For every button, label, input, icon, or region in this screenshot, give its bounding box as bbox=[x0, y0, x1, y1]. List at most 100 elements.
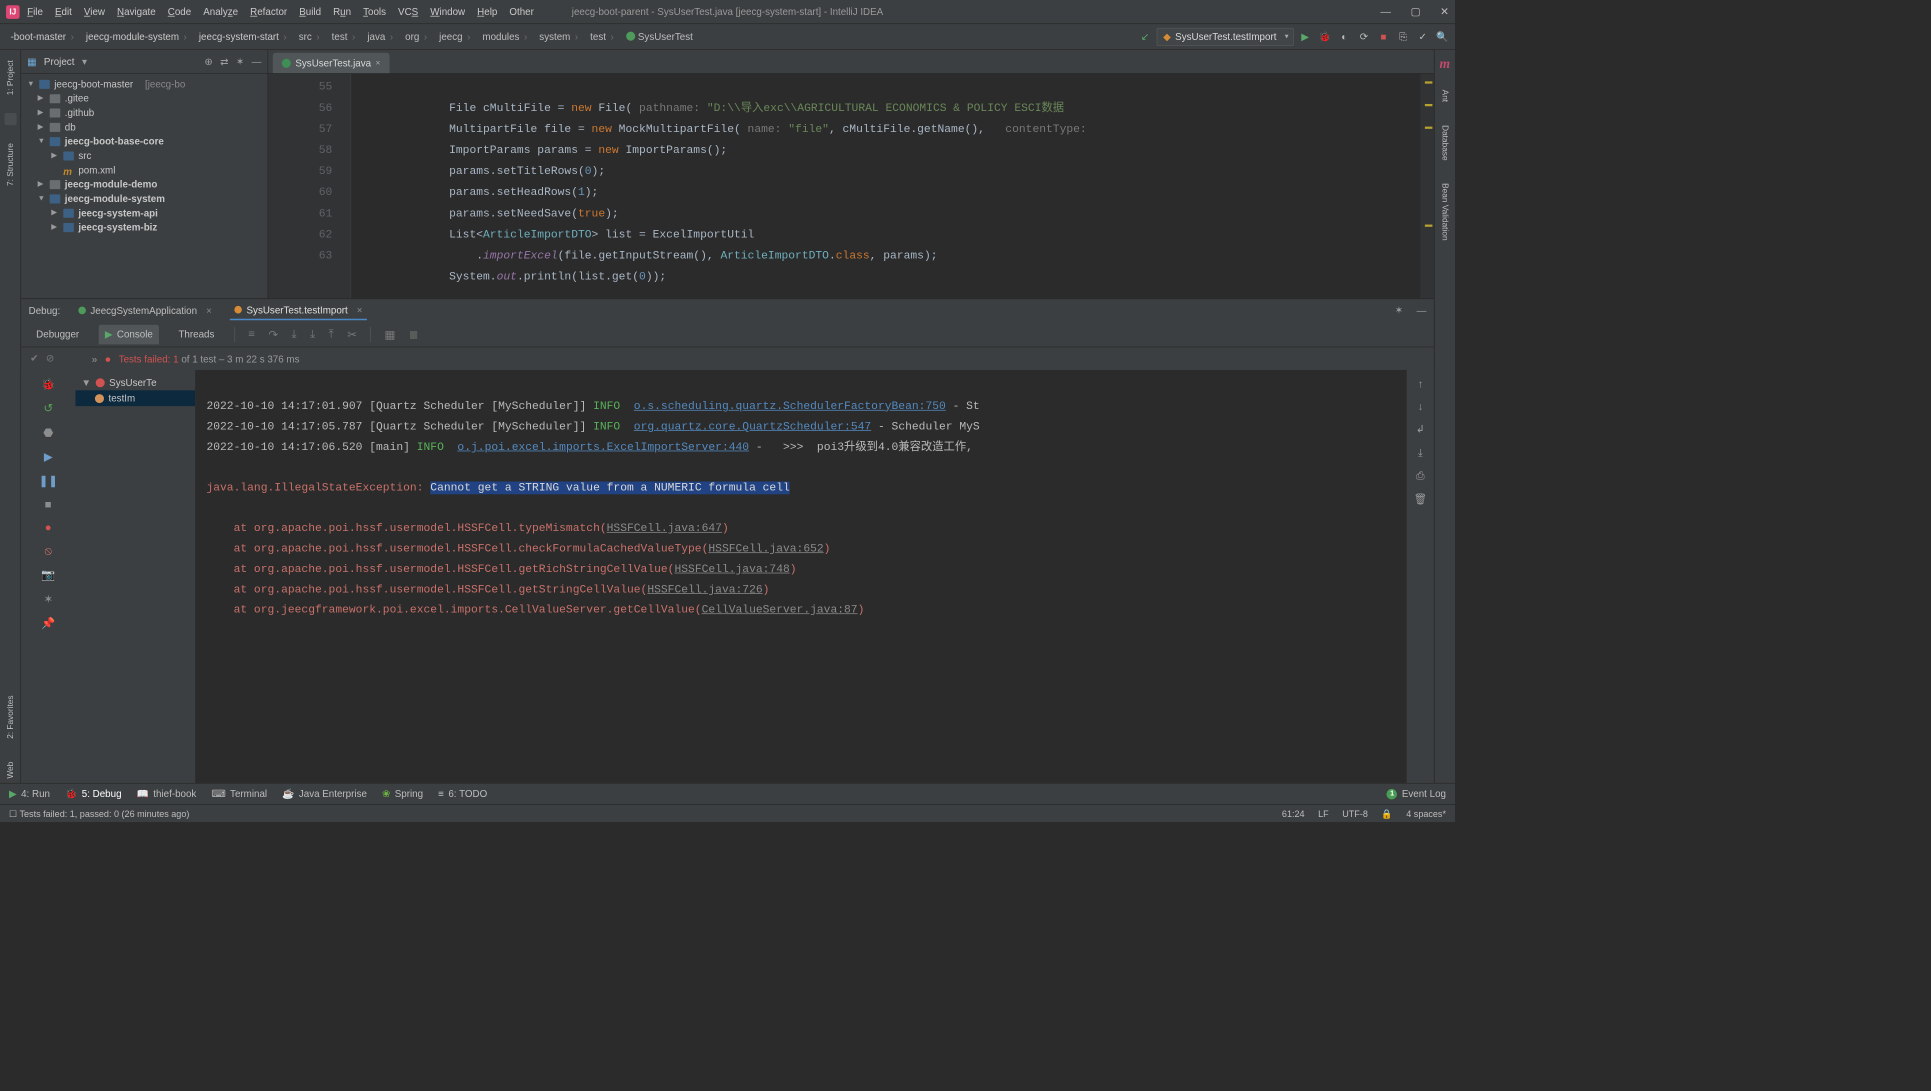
minimize-icon[interactable]: — bbox=[1380, 5, 1391, 18]
menu-view[interactable]: View bbox=[84, 6, 105, 17]
menu-other[interactable]: Other bbox=[509, 6, 534, 17]
scroll-end-icon[interactable]: ⤓ bbox=[1418, 446, 1423, 459]
tree-node[interactable]: mpom.xml bbox=[24, 163, 264, 177]
crumb-3[interactable]: src bbox=[293, 29, 326, 43]
debug-tab-test[interactable]: SysUserTest.testImport× bbox=[230, 301, 367, 320]
resume-icon[interactable]: ▶ bbox=[44, 450, 53, 464]
maven-icon[interactable]: m bbox=[1440, 56, 1451, 72]
tab-database[interactable]: Database bbox=[1439, 120, 1451, 165]
scroll-down-icon[interactable]: ↓ bbox=[1418, 400, 1423, 412]
tab-bean-validation[interactable]: Bean Validation bbox=[1439, 178, 1451, 244]
tree-node[interactable]: ▶jeecg-system-api bbox=[24, 206, 264, 220]
menu-file[interactable]: File bbox=[27, 6, 43, 17]
bottom-todo[interactable]: ≡6: TODO bbox=[438, 788, 487, 799]
menu-refactor[interactable]: Refactor bbox=[250, 6, 287, 17]
maximize-icon[interactable]: ▢ bbox=[1411, 5, 1421, 18]
evaluate-icon[interactable]: ▦ bbox=[385, 327, 396, 341]
clear-icon[interactable]: 🗑 bbox=[1414, 493, 1427, 506]
icon-square[interactable] bbox=[4, 113, 16, 125]
crumb-6[interactable]: org bbox=[399, 29, 433, 43]
crumb-1[interactable]: jeecg-module-system bbox=[80, 29, 193, 43]
crumb-4[interactable]: test bbox=[326, 29, 362, 43]
crumb-0[interactable]: -boot-master bbox=[5, 29, 80, 43]
bottom-run[interactable]: ▶4: Run bbox=[9, 788, 50, 800]
mute-icon[interactable]: ⦸ bbox=[45, 545, 52, 558]
pause-icon[interactable]: ❚❚ bbox=[39, 474, 58, 488]
mute-bp-icon[interactable]: ≣ bbox=[409, 327, 418, 341]
status-indent[interactable]: 4 spaces* bbox=[1406, 808, 1446, 819]
stop-session-icon[interactable]: ■ bbox=[45, 498, 52, 511]
status-line-sep[interactable]: LF bbox=[1318, 808, 1329, 819]
camera-icon[interactable]: 📷 bbox=[41, 568, 55, 582]
tab-favorites[interactable]: 2: Favorites bbox=[4, 691, 16, 743]
force-step-icon[interactable]: ⤓ bbox=[310, 328, 315, 341]
debugger-tab[interactable]: Debugger bbox=[30, 325, 85, 344]
bottom-thief[interactable]: 📖thief-book bbox=[137, 788, 197, 800]
menu-navigate[interactable]: Navigate bbox=[117, 6, 156, 17]
crumb-2[interactable]: jeecg-system-start bbox=[193, 29, 293, 43]
profile-icon[interactable]: ⟳ bbox=[1356, 28, 1373, 45]
crumb-11[interactable]: SysUserTest bbox=[620, 29, 704, 43]
editor-tab-sysusertest[interactable]: SysUserTest.java × bbox=[273, 53, 390, 73]
target-icon[interactable]: ⊕ bbox=[204, 55, 212, 67]
run-icon[interactable]: ▶ bbox=[1297, 28, 1314, 45]
close-icon[interactable]: ✕ bbox=[1440, 5, 1449, 18]
status-lock-icon[interactable]: 🔒 bbox=[1381, 808, 1392, 819]
menu-analyze[interactable]: Analyze bbox=[203, 6, 238, 17]
console-tab[interactable]: ▶Console bbox=[99, 324, 159, 344]
gear-icon[interactable]: ✶ bbox=[1395, 304, 1403, 316]
bottom-javaee[interactable]: ☕Java Enterprise bbox=[282, 788, 367, 800]
bottom-terminal[interactable]: ⌨Terminal bbox=[211, 788, 267, 800]
stop-icon[interactable]: ■ bbox=[1375, 28, 1392, 45]
menu-code[interactable]: Code bbox=[168, 6, 191, 17]
crumb-9[interactable]: system bbox=[533, 29, 584, 43]
crumb-8[interactable]: modules bbox=[476, 29, 533, 43]
status-encoding[interactable]: UTF-8 bbox=[1342, 808, 1368, 819]
tree-node[interactable]: ▶src bbox=[24, 148, 264, 162]
bottom-spring[interactable]: ❀Spring bbox=[382, 788, 423, 800]
tree-node[interactable]: ▶jeecg-module-demo bbox=[24, 177, 264, 191]
settings-icon[interactable]: ✶ bbox=[43, 592, 52, 606]
console-output[interactable]: 2022-10-10 14:17:01.907 [Quartz Schedule… bbox=[196, 370, 1407, 783]
menu-build[interactable]: Build bbox=[299, 6, 321, 17]
debug-icon[interactable]: 🐞 bbox=[1316, 28, 1333, 45]
menu-edit[interactable]: Edit bbox=[55, 6, 72, 17]
view-bp-icon[interactable]: ● bbox=[45, 521, 52, 534]
tree-node[interactable]: ▼jeecg-boot-base-core bbox=[24, 134, 264, 148]
pass-filter-icon[interactable]: ✔ bbox=[30, 353, 38, 365]
drop-frame-icon[interactable]: ✂ bbox=[347, 327, 356, 341]
crumb-10[interactable]: test bbox=[584, 29, 620, 43]
expand-icon[interactable]: » bbox=[92, 353, 97, 364]
crumb-7[interactable]: jeecg bbox=[433, 29, 476, 43]
tree-node[interactable]: ▶.github bbox=[24, 105, 264, 119]
test-child[interactable]: testIm bbox=[75, 390, 195, 406]
rerun-failed-icon[interactable]: ↺ bbox=[43, 402, 52, 416]
build-icon[interactable]: ↙ bbox=[1137, 28, 1154, 45]
tab-ant[interactable]: Ant bbox=[1439, 85, 1451, 106]
fail-filter-icon[interactable]: ⊘ bbox=[46, 353, 54, 365]
menu-vcs[interactable]: VCS bbox=[398, 6, 418, 17]
collapse-icon[interactable]: ⇄ bbox=[220, 55, 228, 67]
tree-root[interactable]: ▼ jeecg-boot-master [jeecg-bo bbox=[24, 77, 264, 91]
test-root[interactable]: ▼SysUserTe bbox=[75, 374, 195, 390]
tab-structure[interactable]: 7: Structure bbox=[4, 139, 16, 191]
gear-icon[interactable]: ✶ bbox=[236, 55, 244, 67]
toggle-bp-icon[interactable]: ⬣ bbox=[43, 426, 53, 440]
step-out-icon[interactable]: ⤓ bbox=[291, 328, 296, 341]
tab-web[interactable]: Web bbox=[4, 757, 16, 783]
print-icon[interactable]: ⎙ bbox=[1416, 469, 1424, 482]
gutter[interactable]: 555657585960616263 bbox=[268, 74, 351, 299]
threads-tab[interactable]: Threads bbox=[172, 325, 220, 344]
run-config-combo[interactable]: ◆ SysUserTest.testImport ▾ bbox=[1156, 28, 1293, 46]
test-tree[interactable]: ▼SysUserTe testIm bbox=[75, 370, 196, 783]
search-everywhere-icon[interactable]: 🔍 bbox=[1434, 28, 1451, 45]
scroll-up-icon[interactable]: ↑ bbox=[1418, 378, 1423, 390]
status-caret-pos[interactable]: 61:24 bbox=[1282, 808, 1305, 819]
project-tree[interactable]: ▼ jeecg-boot-master [jeecg-bo ▶.gitee▶.g… bbox=[21, 74, 267, 238]
run-to-cursor-icon[interactable]: ⤒ bbox=[329, 328, 334, 341]
menu-run[interactable]: Run bbox=[333, 6, 351, 17]
soft-wrap-icon[interactable]: ↲ bbox=[1416, 423, 1425, 436]
debug-tab-app[interactable]: JeecgSystemApplication× bbox=[74, 302, 217, 319]
bottom-debug[interactable]: 🐞5: Debug bbox=[65, 788, 121, 800]
chevron-down-icon[interactable]: ▾ bbox=[82, 55, 87, 67]
